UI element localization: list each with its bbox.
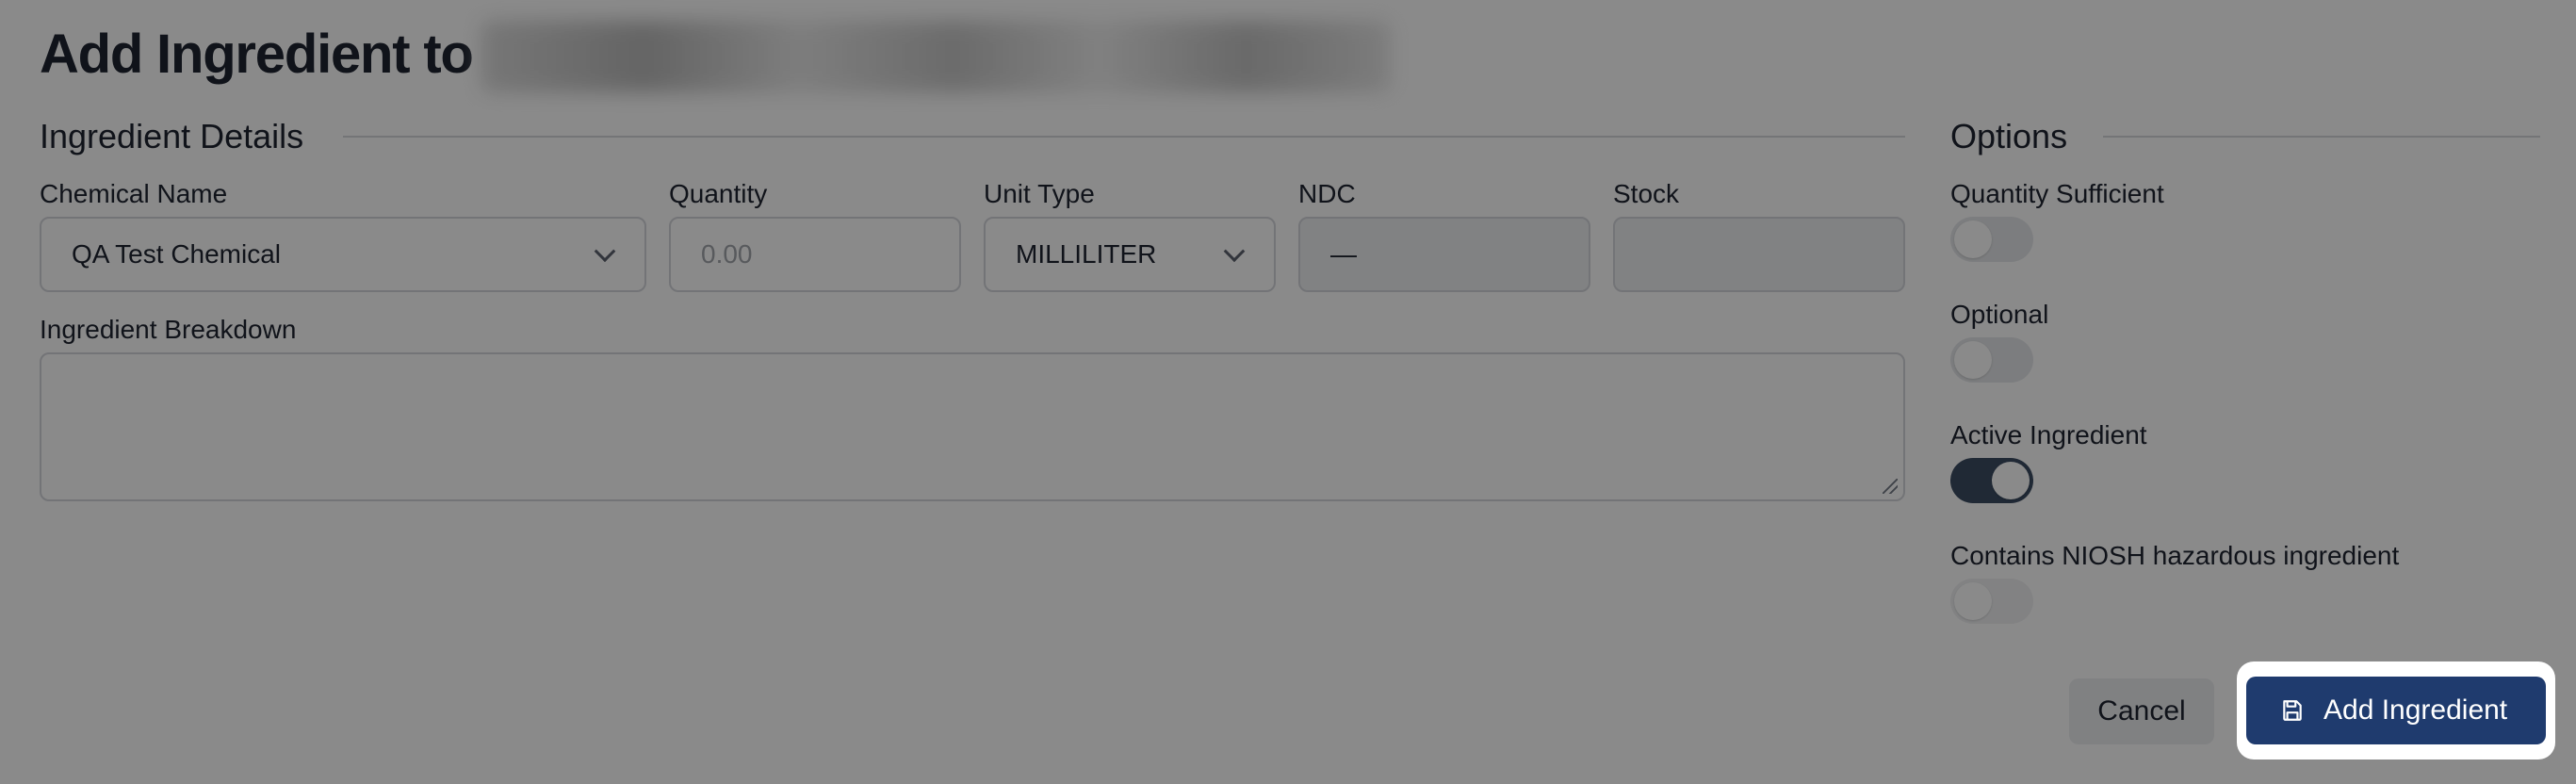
redacted-recipe-name [481,21,1391,92]
chemical-name-label: Chemical Name [40,179,228,208]
active-ingredient-toggle[interactable] [1950,458,2033,503]
toggle-knob [1992,462,2030,499]
toggle-label-quantity-sufficient: Quantity Sufficient [1950,179,2164,208]
ingredient-breakdown-textarea[interactable] [40,352,1905,501]
toggle-label-optional: Optional [1950,300,2049,329]
ndc-label: NDC [1298,179,1356,208]
toggle-label-niosh: Contains NIOSH hazardous ingredient [1950,541,2400,570]
ingredient-breakdown-label: Ingredient Breakdown [40,315,297,344]
page-title: Add Ingredient to [40,24,474,85]
unit-type-select[interactable]: MILLILITER [984,217,1276,292]
unit-type-value: MILLILITER [1016,239,1157,269]
resize-handle-icon[interactable] [1883,479,1898,494]
section-title-options: Options [1950,117,2068,155]
niosh-hazardous-toggle[interactable] [1950,579,2033,624]
chemical-name-value: QA Test Chemical [72,239,282,269]
ndc-field: — [1298,217,1590,292]
add-ingredient-highlight: Add Ingredient [2237,662,2555,760]
add-ingredient-button[interactable]: Add Ingredient [2246,677,2546,744]
add-ingredient-label: Add Ingredient [2323,694,2508,726]
quantity-sufficient-toggle[interactable] [1950,217,2033,262]
optional-toggle[interactable] [1950,337,2033,383]
cancel-button[interactable]: Cancel [2069,678,2214,744]
unit-type-label: Unit Type [984,179,1095,208]
stock-label: Stock [1613,179,1680,208]
chevron-down-icon [1223,240,1246,263]
toggle-knob [1954,341,1992,379]
quantity-placeholder: 0.00 [701,239,753,269]
toggle-knob [1954,582,1992,620]
section-divider [2103,136,2540,138]
quantity-input[interactable]: 0.00 [669,217,961,292]
section-title-ingredient-details: Ingredient Details [40,117,304,155]
section-divider [343,136,1905,138]
save-icon [2283,700,2302,721]
toggle-knob [1954,220,1992,258]
toggle-label-active-ingredient: Active Ingredient [1950,420,2147,449]
add-ingredient-page: Add Ingredient to Ingredient Details Che… [0,0,2576,784]
chevron-down-icon [594,240,616,263]
chemical-name-select[interactable]: QA Test Chemical [40,217,646,292]
ndc-value: — [1330,239,1357,269]
quantity-label: Quantity [669,179,768,208]
stock-field [1613,217,1905,292]
